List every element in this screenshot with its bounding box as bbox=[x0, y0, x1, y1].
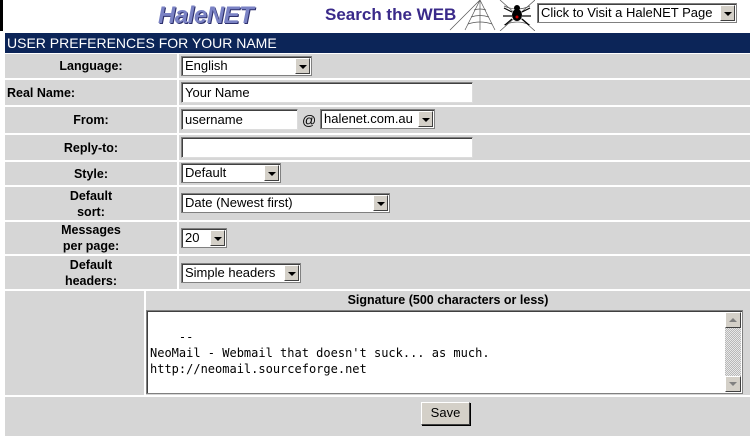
chevron-down-icon[interactable] bbox=[284, 265, 299, 281]
sort-label-line1: Default bbox=[69, 188, 113, 203]
headers-select[interactable]: Simple headers bbox=[181, 263, 301, 283]
from-domain-select[interactable]: halenet.com.au bbox=[320, 109, 435, 129]
headers-cell: Simple headers bbox=[179, 256, 750, 289]
replyto-row: Reply-to: bbox=[5, 135, 750, 160]
save-button[interactable]: Save bbox=[421, 402, 470, 425]
scroll-up-icon[interactable] bbox=[725, 312, 741, 328]
style-select-value: Default bbox=[185, 165, 227, 180]
language-select-value: English bbox=[185, 58, 228, 73]
perpage-label-line2: per page: bbox=[62, 239, 120, 253]
halenet-logo[interactable]: HaleNET bbox=[158, 2, 254, 30]
sort-row: Default sort: Date (Newest first) bbox=[5, 187, 750, 220]
style-select[interactable]: Default bbox=[181, 163, 281, 183]
realname-row: Real Name: Your Name bbox=[5, 80, 750, 105]
chevron-down-icon[interactable] bbox=[720, 5, 735, 21]
page-title: USER PREFERENCES FOR YOUR NAME bbox=[5, 33, 750, 53]
save-row bbox=[5, 397, 750, 436]
realname-cell: Your Name bbox=[179, 80, 750, 105]
perpage-select[interactable]: 20 bbox=[181, 228, 227, 248]
chevron-down-icon[interactable] bbox=[373, 195, 388, 211]
sort-cell: Date (Newest first) bbox=[179, 187, 750, 220]
scroll-down-icon[interactable] bbox=[725, 376, 741, 392]
perpage-select-value: 20 bbox=[185, 230, 200, 245]
replyto-input[interactable] bbox=[181, 137, 473, 158]
sort-select[interactable]: Date (Newest first) bbox=[181, 193, 390, 213]
signature-text: -- NeoMail - Webmail that doesn't suck..… bbox=[150, 330, 490, 376]
sort-select-value: Date (Newest first) bbox=[185, 195, 293, 210]
chevron-down-icon[interactable] bbox=[264, 165, 279, 181]
language-label: Language: bbox=[5, 54, 177, 78]
chevron-down-icon[interactable] bbox=[418, 111, 433, 127]
headers-select-value: Simple headers bbox=[185, 265, 276, 280]
perpage-label: Messages per page: bbox=[5, 222, 177, 254]
halenet-page-select[interactable]: Click to Visit a HaleNET Page bbox=[537, 3, 737, 23]
perpage-label-line1: Messages bbox=[61, 223, 121, 237]
at-sign: @ bbox=[302, 112, 317, 128]
perpage-cell: 20 bbox=[179, 222, 750, 254]
sort-label-line2: sort: bbox=[77, 204, 105, 219]
signature-left-cell bbox=[5, 291, 144, 395]
banner: HaleNET Search the WEB Click to Visit a … bbox=[0, 0, 750, 31]
headers-row: Default headers: Simple headers bbox=[5, 256, 750, 289]
language-select[interactable]: English bbox=[181, 56, 312, 76]
language-cell: English bbox=[179, 54, 750, 78]
banner-edge bbox=[0, 0, 3, 31]
halenet-page-select-value: Click to Visit a HaleNET Page bbox=[541, 5, 713, 20]
language-row: Language: English bbox=[5, 54, 750, 78]
replyto-label: Reply-to: bbox=[5, 135, 177, 160]
style-cell: Default bbox=[179, 162, 750, 185]
headers-label: Default headers: bbox=[5, 256, 177, 289]
realname-label: Real Name: bbox=[5, 80, 177, 105]
from-username-input[interactable]: username bbox=[181, 109, 298, 130]
signature-textarea[interactable]: -- NeoMail - Webmail that doesn't suck..… bbox=[146, 310, 743, 394]
spider-web-icon bbox=[449, 0, 535, 31]
signature-label: Signature (500 characters or less) bbox=[347, 293, 549, 307]
from-cell: username @ halenet.com.au bbox=[179, 107, 750, 133]
style-row: Style: Default bbox=[5, 162, 750, 185]
signature-scrollbar[interactable] bbox=[725, 312, 741, 392]
chevron-down-icon[interactable] bbox=[295, 58, 310, 74]
style-label: Style: bbox=[5, 162, 177, 185]
sort-label: Default sort: bbox=[5, 187, 177, 220]
headers-label-line1: Default bbox=[69, 257, 113, 272]
from-label: From: bbox=[5, 107, 177, 133]
replyto-cell bbox=[179, 135, 750, 160]
headers-label-line2: headers: bbox=[64, 273, 118, 288]
realname-input[interactable]: Your Name bbox=[181, 82, 473, 103]
from-row: From: username @ halenet.com.au bbox=[5, 107, 750, 133]
from-domain-value: halenet.com.au bbox=[324, 111, 413, 126]
search-the-web-link[interactable]: Search the WEB bbox=[325, 5, 456, 25]
chevron-down-icon[interactable] bbox=[210, 230, 225, 246]
perpage-row: Messages per page: 20 bbox=[5, 222, 750, 254]
